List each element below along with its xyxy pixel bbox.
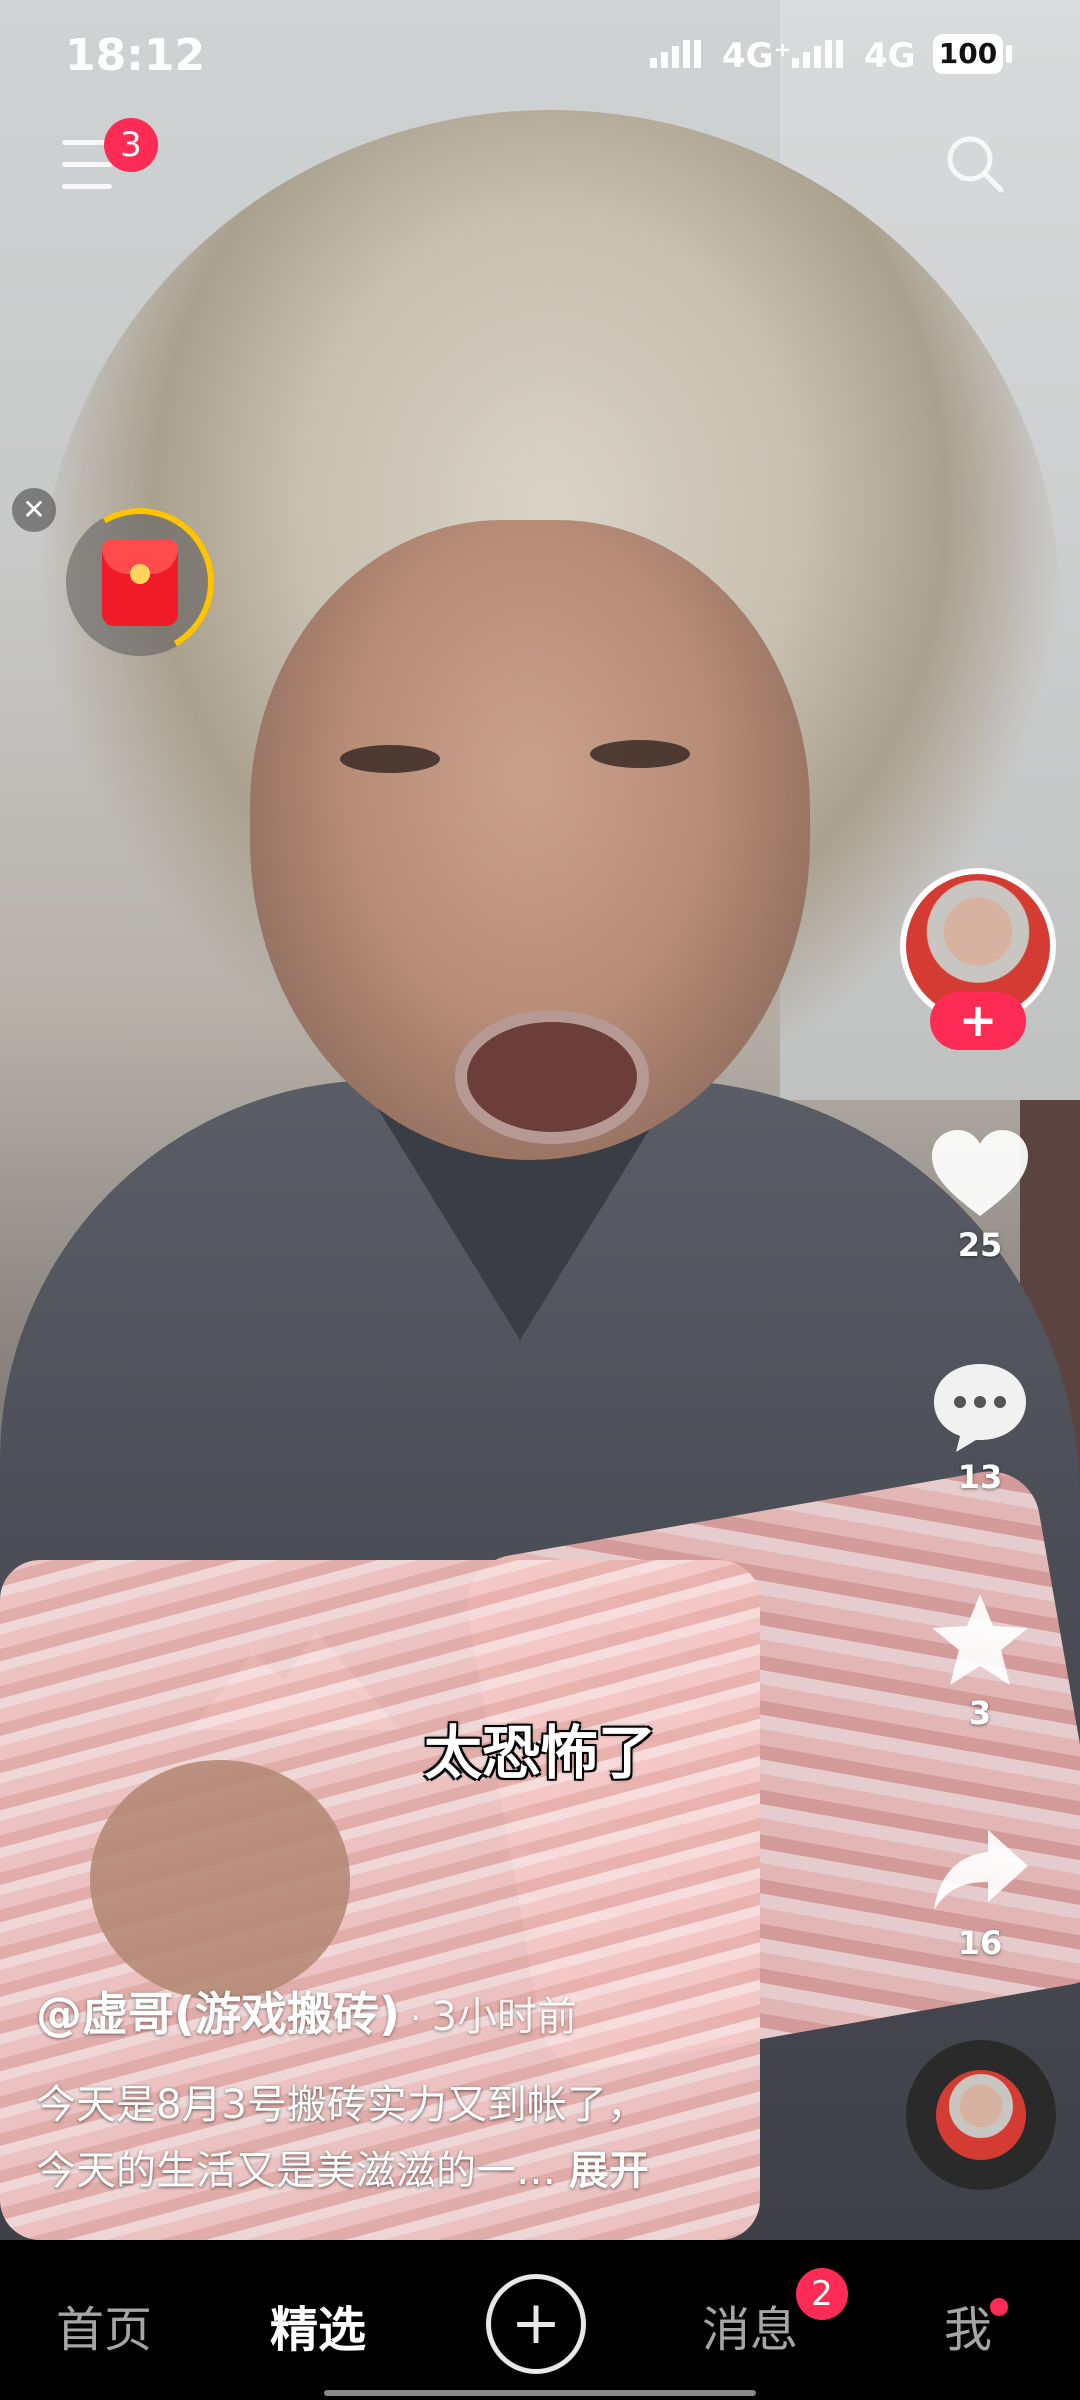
tab-me[interactable]: 我 [944, 2290, 992, 2360]
description-line-2: 今天的生活又是美滋滋的一… [36, 2148, 556, 2194]
share-count: 16 [957, 1924, 1003, 1962]
music-disc-cover [936, 2070, 1026, 2160]
battery-tip [1006, 45, 1012, 63]
description-line-1: 今天是8月3号搬砖实力又到帐了， [36, 2082, 647, 2128]
star-icon [932, 1594, 1028, 1685]
video-hand [90, 1760, 350, 2000]
status-bar: 18:12 4G⁺ 4G 100 [0, 0, 1080, 110]
me-notification-dot [990, 2298, 1008, 2316]
share-icon [934, 1830, 1028, 1910]
video-eye-right [590, 740, 690, 768]
search-icon[interactable] [943, 132, 1007, 196]
create-button[interactable]: + [486, 2274, 586, 2374]
messages-badge: 2 [796, 2268, 848, 2320]
video-feed-screen: 18:12 4G⁺ 4G 100 3 ✕ + 25 13 3 16 太恐怖了 @… [0, 0, 1080, 2400]
red-envelope-icon [102, 540, 178, 626]
bottom-nav: 首页 精选 + 消息 2 我 [0, 2240, 1080, 2400]
home-indicator[interactable] [324, 2390, 756, 2396]
comment-icon [934, 1364, 1026, 1452]
signal-icon [650, 40, 705, 68]
post-time: 3小时前 [431, 1994, 577, 2040]
expand-button[interactable]: 展开 [569, 2148, 649, 2194]
network-label-2: 4G [864, 36, 916, 76]
signal-icon [792, 40, 847, 68]
tab-messages[interactable]: 消息 [702, 2290, 798, 2360]
comment-button[interactable]: 13 [900, 1358, 1060, 1496]
music-disc[interactable] [906, 2040, 1056, 2190]
tab-home[interactable]: 首页 [56, 2290, 152, 2360]
video-eye-left [340, 745, 440, 773]
like-button[interactable]: 25 [900, 1126, 1060, 1264]
follow-button[interactable]: + [930, 992, 1026, 1050]
tab-featured[interactable]: 精选 [270, 2290, 366, 2360]
comment-count: 13 [957, 1458, 1003, 1496]
battery-icon: 100 [933, 34, 1003, 74]
video-description[interactable]: 今天是8月3号搬砖实力又到帐了， 今天的生活又是美滋滋的一… 展开 [36, 2072, 756, 2204]
like-count: 25 [957, 1226, 1003, 1264]
video-subtitle: 太恐怖了 [423, 1719, 656, 1787]
author-name[interactable]: @虚哥(游戏搬砖) [36, 1987, 400, 2041]
video-mouth [455, 1010, 649, 1144]
red-packet-close-button[interactable]: ✕ [12, 488, 56, 532]
separator-dot: · [410, 1998, 422, 2039]
menu-badge: 3 [104, 118, 158, 172]
red-packet-widget[interactable] [49, 491, 231, 673]
heart-icon [932, 1130, 1028, 1216]
author-line: @虚哥(游戏搬砖) · 3小时前 [36, 1978, 577, 2044]
network-label-1: 4G⁺ [722, 36, 792, 76]
share-button[interactable]: 16 [900, 1824, 1060, 1962]
status-time: 18:12 [65, 30, 206, 81]
